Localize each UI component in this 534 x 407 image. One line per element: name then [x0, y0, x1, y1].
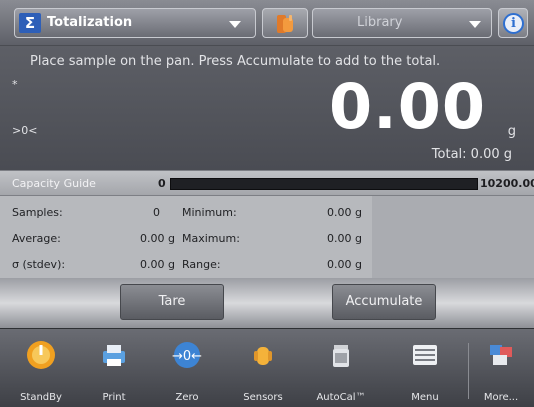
samples-value: 0	[153, 206, 160, 219]
sigma-icon: Σ	[19, 13, 41, 33]
more-button[interactable]: More...	[470, 333, 532, 405]
minimum-value: 0.00 g	[327, 206, 362, 219]
capacity-min: 0	[158, 177, 166, 190]
more-icon	[490, 345, 512, 365]
autocal-icon	[333, 345, 349, 367]
capacity-max: 10200.00	[480, 177, 534, 190]
info-icon: i	[503, 13, 524, 34]
library-hand-icon	[277, 15, 293, 33]
capacity-guide: Capacity Guide 0 10200.00	[0, 170, 534, 196]
maximum-value: 0.00 g	[327, 232, 362, 245]
library-dropdown[interactable]: Library	[312, 8, 492, 38]
accumulate-button[interactable]: Accumulate	[332, 284, 436, 320]
stdev-value: 0.00 g	[140, 258, 175, 271]
print-label: Print	[102, 392, 126, 403]
stable-indicator: *	[12, 78, 18, 91]
zero-icon: →0←	[172, 342, 202, 368]
library-button[interactable]	[262, 8, 308, 38]
bottom-toolbar: StandBy Print →0← Zero Sensors AutoCal™	[0, 328, 534, 407]
samples-label: Samples:	[12, 206, 63, 219]
statistics-table: Samples: 0 Average: 0.00 g σ (stdev): 0.…	[0, 196, 372, 278]
zero-button[interactable]: →0← Zero	[156, 333, 218, 405]
sensors-icon	[254, 347, 272, 365]
average-value: 0.00 g	[140, 232, 175, 245]
weight-display: Place sample on the pan. Press Accumulat…	[0, 46, 534, 170]
autocal-label: AutoCal™	[316, 392, 366, 403]
application-dropdown-label: Totalization	[47, 15, 133, 30]
zero-label: Zero	[175, 392, 199, 403]
maximum-label: Maximum:	[182, 232, 240, 245]
range-label: Range:	[182, 258, 221, 271]
standby-icon	[27, 341, 55, 369]
weight-unit[interactable]: g	[508, 124, 516, 139]
application-dropdown[interactable]: Σ Totalization	[14, 8, 256, 38]
info-button[interactable]: i	[498, 8, 528, 38]
sensors-button[interactable]: Sensors	[232, 333, 294, 405]
menu-icon	[413, 345, 437, 365]
range-value: 0.00 g	[327, 258, 362, 271]
action-bar: Tare Accumulate	[0, 278, 534, 328]
capacity-guide-label: Capacity Guide	[12, 177, 96, 190]
statistics-panel: Samples: 0 Average: 0.00 g σ (stdev): 0.…	[0, 196, 534, 278]
chevron-down-icon	[469, 21, 481, 28]
chevron-down-icon	[229, 21, 241, 28]
more-label: More...	[483, 392, 519, 403]
total-readout: Total: 0.00 g	[431, 147, 512, 162]
average-label: Average:	[12, 232, 61, 245]
stdev-label: σ (stdev):	[12, 258, 66, 271]
minimum-label: Minimum:	[182, 206, 237, 219]
instruction-text: Place sample on the pan. Press Accumulat…	[30, 54, 441, 69]
autocal-button[interactable]: AutoCal™	[310, 333, 372, 405]
tare-button[interactable]: Tare	[120, 284, 224, 320]
sensors-label: Sensors	[243, 392, 283, 403]
print-button[interactable]: Print	[83, 333, 145, 405]
weight-readout: 0.00	[329, 70, 486, 143]
top-bar: Σ Totalization Library i	[0, 0, 534, 46]
toolbar-divider	[468, 343, 469, 399]
menu-button[interactable]: Menu	[394, 333, 456, 405]
printer-icon	[103, 345, 125, 366]
menu-label: Menu	[411, 392, 439, 403]
standby-button[interactable]: StandBy	[10, 333, 72, 405]
svg-text:→0←: →0←	[172, 349, 202, 364]
center-zero-indicator: >0<	[12, 124, 38, 137]
library-dropdown-label: Library	[357, 15, 403, 30]
capacity-bar	[170, 178, 478, 190]
standby-label: StandBy	[20, 392, 62, 403]
